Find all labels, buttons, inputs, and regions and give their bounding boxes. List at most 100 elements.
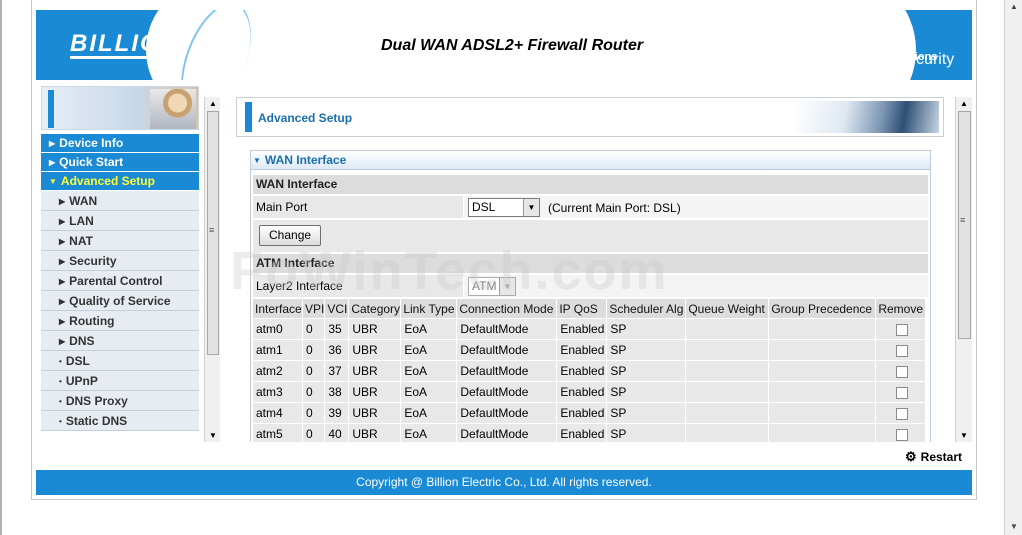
cell-interface: atm4 (253, 403, 302, 423)
table-row: atm4 0 39 UBR EoA DefaultMode Enabled SP (253, 403, 926, 423)
page-header-bar (245, 102, 252, 132)
scroll-down-icon[interactable]: ▼ (1010, 522, 1018, 531)
sidebar-item-parental-control[interactable]: ▶ Parental Control (41, 271, 199, 291)
scroll-thumb[interactable] (958, 111, 971, 339)
sidebar-banner (41, 86, 199, 130)
section-title[interactable]: ▼ WAN Interface (251, 151, 930, 170)
layer2-select[interactable]: ATM ▼ (468, 277, 516, 296)
remove-checkbox[interactable] (896, 428, 909, 441)
main-port-row: Main Port DSL ▼ (Current Main Port: DSL) (253, 196, 928, 218)
sidebar-item-label: NAT (69, 234, 93, 248)
sidebar-item-upnp[interactable]: • UPnP (41, 371, 199, 391)
scroll-up-icon[interactable]: ▲ (209, 99, 217, 108)
dropdown-arrow-icon: ▼ (523, 199, 539, 216)
cell-vci: 38 (325, 382, 349, 402)
triangle-right-icon: ▶ (59, 337, 66, 346)
cell-ip-qos: Enabled (557, 319, 607, 339)
scroll-down-icon[interactable]: ▼ (960, 431, 968, 440)
sidebar-item-quality-of-service[interactable]: ▶ Quality of Service (41, 291, 199, 311)
main-port-select[interactable]: DSL ▼ (468, 198, 540, 217)
window-scrollbar[interactable]: ▲ ▼ (1004, 0, 1022, 535)
sidebar-item-routing[interactable]: ▶ Routing (41, 311, 199, 331)
remove-checkbox[interactable] (896, 365, 909, 378)
sidebar-item-dns[interactable]: ▶ DNS (41, 331, 199, 351)
cell-queue-weight (686, 340, 769, 360)
cell-ip-qos: Enabled (557, 361, 607, 381)
triangle-right-icon: ▶ (59, 217, 66, 226)
triangle-right-icon: ▶ (59, 237, 66, 246)
cell-ip-qos: Enabled (557, 403, 607, 423)
change-button[interactable]: Change (259, 225, 322, 246)
cell-connection-mode: DefaultMode (457, 361, 557, 381)
sidebar-item-label: UPnP (65, 374, 98, 388)
remove-checkbox[interactable] (896, 323, 909, 336)
cell-scheduler-alg: SP (607, 319, 686, 339)
sidebar-item-dsl[interactable]: • DSL (41, 351, 199, 371)
triangle-right-icon: ▶ (59, 197, 66, 206)
content-scrollbar[interactable]: ▲ ≡ ▼ (955, 97, 972, 442)
col-queue-weight: Queue Weight (686, 299, 769, 318)
logo-underline (70, 56, 182, 59)
sidebar-item-nat[interactable]: ▶ NAT (41, 231, 199, 251)
banner-bar (48, 90, 54, 128)
cell-vci: 35 (325, 319, 349, 339)
triangle-right-icon: ▶ (59, 277, 66, 286)
cell-category: UBR (349, 403, 401, 423)
scroll-up-icon[interactable]: ▲ (1010, 2, 1018, 11)
sidebar-item-label: Advanced Setup (60, 174, 155, 188)
remove-checkbox[interactable] (896, 386, 909, 399)
cell-vpi: 0 (303, 424, 325, 442)
layer2-value-cell: ATM ▼ (464, 275, 928, 297)
cell-interface: atm5 (253, 424, 302, 442)
bullet-icon: • (59, 417, 62, 426)
sidebar-item-dns-proxy[interactable]: • DNS Proxy (41, 391, 199, 411)
triangle-right-icon: ▶ (49, 139, 56, 148)
sidebar-item-security[interactable]: ▶ Security (41, 251, 199, 271)
header-banner: BILLION Dual WAN ADSL2+ Firewall Router … (36, 10, 972, 80)
cell-remove (876, 319, 926, 339)
remove-checkbox[interactable] (896, 407, 909, 420)
cell-connection-mode: DefaultMode (457, 424, 557, 442)
sidebar-item-static-dns[interactable]: • Static DNS (41, 411, 199, 431)
sidebar-item-lan[interactable]: ▶ LAN (41, 211, 199, 231)
main-port-selected: DSL (472, 200, 496, 214)
sidebar-item-label: Routing (69, 314, 115, 328)
cell-queue-weight (686, 361, 769, 381)
sidebar-item-advanced-setup[interactable]: ▼ Advanced Setup (41, 172, 199, 191)
cell-ip-qos: Enabled (557, 340, 607, 360)
col-group-precedence: Group Precedence (769, 299, 876, 318)
cell-category: UBR (349, 382, 401, 402)
cell-remove (876, 340, 926, 360)
sidebar-scrollbar[interactable]: ▲ ≡ ▼ (204, 97, 220, 442)
sidebar-menu: ▶ Device Info ▶ Quick Start ▼ Advanced Setu… (41, 134, 199, 431)
sidebar-item-label: Static DNS (65, 414, 128, 428)
window-left-edge (0, 0, 2, 535)
cell-remove (876, 361, 926, 381)
sidebar-item-label: Device Info (59, 136, 124, 150)
banner-photo (150, 89, 196, 129)
grip-icon: ≡ (960, 215, 966, 225)
sidebar-item-quick-start[interactable]: ▶ Quick Start (41, 153, 199, 172)
sidebar-item-wan[interactable]: ▶ WAN (41, 191, 199, 211)
bullet-icon: • (59, 397, 62, 406)
atm-interface-heading: ATM Interface (253, 254, 928, 273)
cell-connection-mode: DefaultMode (457, 319, 557, 339)
sidebar-item-label: WAN (69, 194, 98, 208)
cell-group-precedence (769, 424, 876, 442)
page-header: Advanced Setup (236, 97, 944, 137)
remove-checkbox[interactable] (896, 344, 909, 357)
sidebar-item-label: Security (69, 254, 117, 268)
cell-category: UBR (349, 361, 401, 381)
col-connection-mode: Connection Mode (457, 299, 557, 318)
tagline-security-word: Security (896, 51, 955, 68)
triangle-right-icon: ▶ (59, 257, 66, 266)
restart-link[interactable]: ⚙ Restart (905, 449, 962, 465)
col-ip-qos: IP QoS (557, 299, 607, 318)
cell-queue-weight (686, 424, 769, 442)
col-vpi: VPI (303, 299, 325, 318)
scroll-up-icon[interactable]: ▲ (960, 99, 968, 108)
scroll-down-icon[interactable]: ▼ (209, 431, 217, 440)
main-port-label: Main Port (253, 196, 463, 218)
col-interface: Interface (253, 299, 302, 318)
sidebar-item-device-info[interactable]: ▶ Device Info (41, 134, 199, 153)
